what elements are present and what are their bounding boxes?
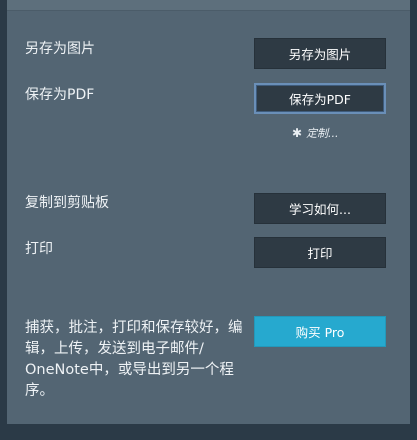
customize-label: 定制... xyxy=(306,127,339,140)
panel-top-strip xyxy=(7,0,410,11)
learn-how-button[interactable]: 学习如何... xyxy=(254,193,386,224)
save-as-image-button[interactable]: 另存为图片 xyxy=(254,38,386,69)
print-label: 打印 xyxy=(25,241,53,257)
pro-description: 捕获，批注，打印和保存较好，编辑，上传，发送到电子邮件/ OneNote中，或导… xyxy=(25,320,243,399)
window-bottom-edge xyxy=(0,424,417,440)
print-button[interactable]: 打印 xyxy=(254,237,386,268)
save-as-pdf-button[interactable]: 保存为PDF xyxy=(254,83,386,114)
gear-icon: ✱ xyxy=(292,126,303,140)
save-as-pdf-label: 保存为PDF xyxy=(25,87,95,103)
copy-to-clipboard-label: 复制到剪贴板 xyxy=(25,195,109,211)
export-panel: 另存为图片 另存为图片 保存为PDF 保存为PDF ✱ 定制... 复制到剪贴板… xyxy=(7,0,410,424)
buy-pro-button[interactable]: 购买 Pro xyxy=(254,316,386,347)
customize-link[interactable]: ✱ 定制... xyxy=(292,125,339,141)
save-as-image-label: 另存为图片 xyxy=(25,41,95,57)
